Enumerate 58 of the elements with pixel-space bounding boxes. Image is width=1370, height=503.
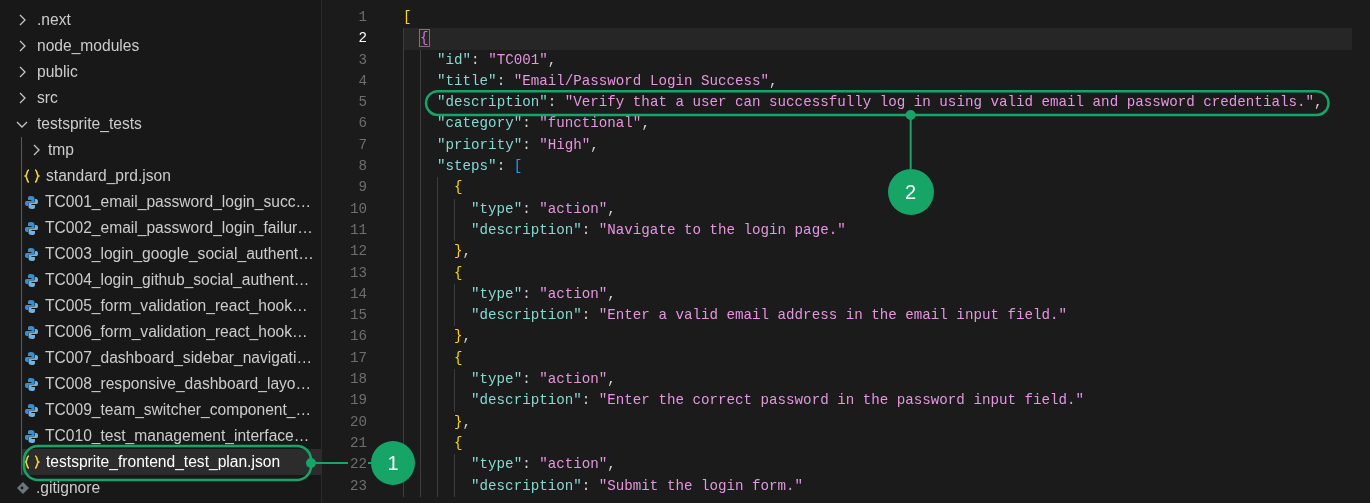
file-tree-item[interactable]: TC004_login_github_social_authent…	[22, 267, 321, 293]
file-tree-item[interactable]: TC002_email_password_login_failur…	[22, 215, 321, 241]
braces-icon	[24, 455, 40, 469]
python-icon	[24, 350, 39, 366]
code-line[interactable]: "description": "Submit the login form."	[471, 475, 804, 497]
code-line[interactable]: "type": "action",	[471, 369, 616, 391]
code-line[interactable]: {	[454, 347, 463, 370]
python-icon	[24, 246, 39, 262]
python-icon	[24, 402, 39, 418]
code-line[interactable]: "description": "Verify that a user can successfully log in using valid email and password credentials.",	[437, 92, 1323, 114]
python-icon	[24, 194, 39, 210]
code-line[interactable]: "type": "action",	[471, 283, 616, 306]
file-tree-item[interactable]: TC001_email_password_login_succ…	[22, 189, 321, 215]
code-line[interactable]: {	[454, 262, 463, 284]
file-tree-item[interactable]: TC010_test_management_interface…	[22, 423, 321, 449]
code-line[interactable]: {	[454, 177, 463, 199]
code-line[interactable]: {	[454, 432, 463, 455]
file-tree-item[interactable]: testsprite_frontend_test_plan.json	[22, 449, 321, 475]
file-tree-item[interactable]: node_modules	[0, 33, 321, 59]
code-line[interactable]: "description": "Enter the correct password in the password input field."	[471, 390, 1085, 412]
braces-icon	[24, 169, 40, 183]
code-line[interactable]: "description": "Enter a valid email address in the email input field."	[471, 305, 1068, 327]
code-line[interactable]: "type": "action",	[471, 198, 616, 220]
code-line[interactable]: },	[454, 411, 472, 433]
file-tree-item[interactable]: src	[0, 85, 321, 111]
code-line[interactable]: "id": "TC001",	[437, 49, 557, 71]
python-icon	[24, 272, 39, 288]
code-line[interactable]: "description": "Navigate to the login page."	[471, 219, 846, 242]
file-tree-item[interactable]: .next	[0, 7, 321, 33]
file-tree-item[interactable]: standard_prd.json	[22, 163, 321, 189]
diamond-icon	[16, 481, 30, 495]
code-line[interactable]: "category": "functional",	[437, 113, 650, 135]
file-tree-item[interactable]: TC007_dashboard_sidebar_navigati…	[22, 345, 321, 371]
python-icon	[24, 220, 39, 236]
callout-badge: 2	[887, 169, 934, 215]
python-icon	[24, 428, 39, 444]
file-tree-item[interactable]: TC009_team_switcher_component_…	[22, 397, 321, 423]
code-line[interactable]: "title": "Email/Password Login Success",	[437, 70, 778, 93]
code-line[interactable]: "steps": [	[437, 156, 523, 178]
file-tree-item[interactable]: tmp	[22, 137, 321, 163]
code-line[interactable]: "priority": "High",	[437, 134, 599, 157]
code-line[interactable]: "type": "action",	[471, 454, 616, 476]
code-line[interactable]: },	[454, 241, 472, 263]
file-tree-item[interactable]: TC008_responsive_dashboard_layo…	[22, 371, 321, 397]
code-line[interactable]: [	[403, 7, 412, 29]
file-tree-item[interactable]: TC003_login_google_social_authent…	[22, 241, 321, 267]
file-tree-item[interactable]: TC006_form_validation_react_hook…	[22, 319, 321, 345]
file-tree-item[interactable]: testsprite_tests	[0, 111, 321, 137]
leader-line	[905, 110, 916, 170]
file-tree-item[interactable]: .gitignore	[0, 475, 321, 501]
python-icon	[24, 324, 39, 340]
python-icon	[24, 376, 39, 392]
file-tree-item[interactable]: TC005_form_validation_react_hook…	[22, 293, 321, 319]
code-line[interactable]: {	[420, 28, 429, 50]
file-tree-item[interactable]: public	[0, 59, 321, 85]
callout-badge: 1	[371, 441, 415, 485]
code-line[interactable]: },	[454, 326, 472, 348]
python-icon	[24, 298, 39, 314]
